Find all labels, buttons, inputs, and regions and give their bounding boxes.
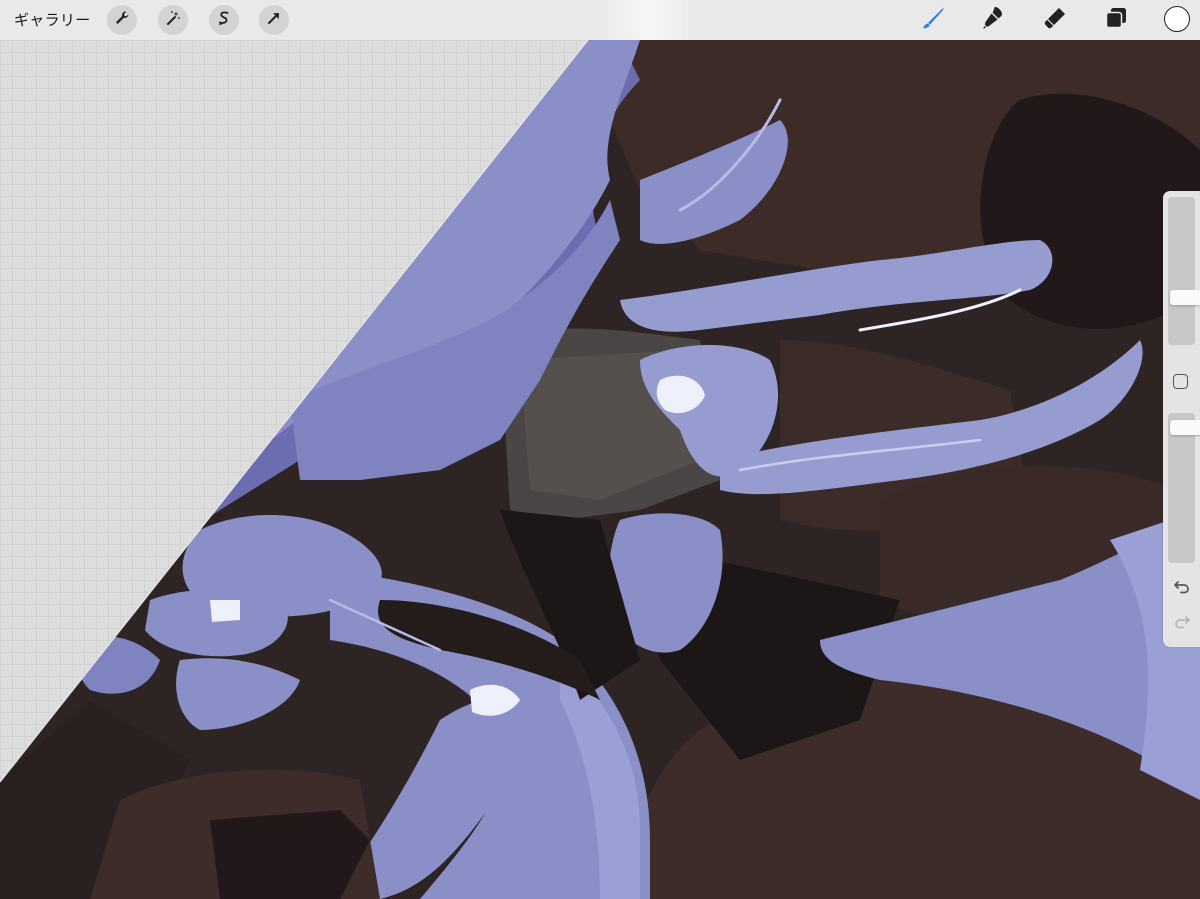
- selection-button[interactable]: [209, 5, 239, 35]
- eraser-icon: [1042, 5, 1068, 35]
- actions-button[interactable]: [107, 5, 137, 35]
- top-toolbar: ギャラリー: [0, 0, 1200, 40]
- magic-wand-icon: [165, 10, 181, 30]
- redo-button[interactable]: [1169, 611, 1194, 636]
- brush-icon: [920, 5, 946, 35]
- opacity-handle[interactable]: [1170, 419, 1200, 435]
- redo-icon: [1173, 613, 1191, 635]
- eraser-tool-button[interactable]: [1039, 4, 1071, 36]
- brush-sidebar: [1163, 191, 1200, 647]
- layers-icon: [1104, 6, 1128, 34]
- smudge-icon: [980, 5, 1006, 35]
- smudge-tool-button[interactable]: [977, 4, 1009, 36]
- undo-button[interactable]: [1169, 576, 1194, 601]
- drawing-canvas[interactable]: [0, 40, 1200, 899]
- wrench-icon: [114, 10, 130, 30]
- selection-icon: [216, 10, 232, 30]
- layers-button[interactable]: [1100, 4, 1132, 36]
- undo-icon: [1173, 578, 1191, 600]
- color-picker-button[interactable]: [1164, 6, 1190, 32]
- brush-size-handle[interactable]: [1170, 290, 1200, 306]
- workspace: [0, 40, 1200, 899]
- modify-button[interactable]: [1173, 374, 1188, 389]
- transform-button[interactable]: [259, 5, 289, 35]
- brush-size-slider[interactable]: [1168, 197, 1200, 345]
- adjustments-button[interactable]: [158, 5, 188, 35]
- gallery-button[interactable]: ギャラリー: [14, 9, 91, 30]
- transform-arrow-icon: [266, 10, 282, 30]
- brush-tool-button[interactable]: [917, 4, 949, 36]
- opacity-slider[interactable]: [1168, 413, 1200, 563]
